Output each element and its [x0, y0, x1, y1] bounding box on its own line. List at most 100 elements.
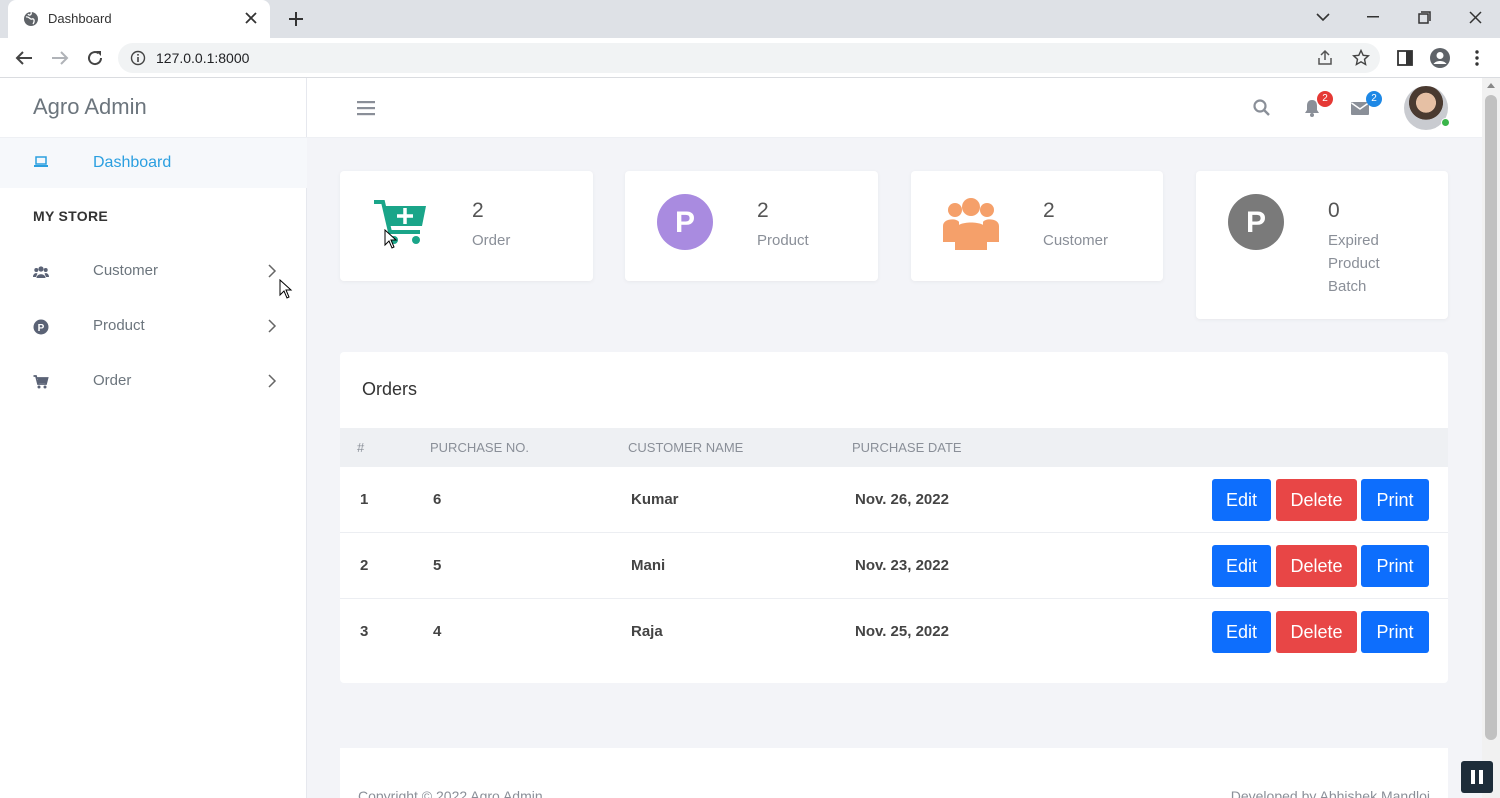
close-window-icon[interactable] — [1462, 6, 1488, 28]
users-icon — [943, 198, 999, 250]
purchase-no: 4 — [433, 623, 442, 640]
share-icon[interactable] — [1316, 49, 1334, 67]
customer-name: Mani — [631, 557, 666, 574]
reload-icon[interactable] — [83, 46, 107, 70]
hamburger-menu-icon[interactable] — [357, 100, 375, 116]
page-scrollbar[interactable] — [1482, 78, 1500, 798]
sidebar-item-label: Product — [93, 317, 145, 334]
online-status-dot — [1441, 118, 1450, 127]
sidebar-section-title: MY STORE — [33, 208, 109, 224]
delete-button[interactable]: Delete — [1276, 479, 1357, 521]
scrollbar-thumb[interactable] — [1485, 95, 1497, 740]
notifications-badge: 2 — [1317, 91, 1333, 107]
tab-title: Dashboard — [48, 11, 112, 26]
stat-card-order[interactable]: 2 Order — [340, 171, 593, 281]
chevron-right-icon — [268, 374, 277, 388]
sidebar: Agro Admin Dashboard MY STORE Customer P… — [0, 78, 307, 798]
cart-plus-icon — [374, 200, 426, 244]
browser-tab[interactable]: Dashboard — [8, 0, 270, 38]
purchase-date: Nov. 25, 2022 — [855, 623, 949, 640]
column-header: # — [357, 440, 365, 455]
svg-text:P: P — [1246, 206, 1266, 239]
globe-icon — [24, 11, 38, 26]
purchase-no: 5 — [433, 557, 442, 574]
purchase-date: Nov. 23, 2022 — [855, 557, 949, 574]
sidebar-item-customer[interactable]: Customer — [0, 251, 307, 291]
side-panel-icon[interactable] — [1394, 47, 1416, 69]
edit-button[interactable]: Edit — [1212, 611, 1271, 653]
delete-button[interactable]: Delete — [1276, 545, 1357, 587]
new-tab-icon[interactable] — [285, 8, 307, 30]
print-button[interactable]: Print — [1361, 545, 1429, 587]
browser-menu-icon[interactable] — [1466, 47, 1488, 69]
stat-card-expired-batch[interactable]: P 0 Expired Product Batch — [1196, 171, 1448, 319]
stat-card-product[interactable]: P 2 Product — [625, 171, 878, 281]
sidebar-item-label: Dashboard — [93, 154, 172, 171]
table-header: # PURCHASE NO. CUSTOMER NAME PURCHASE DA… — [340, 428, 1448, 467]
sidebar-item-label: Order — [93, 372, 132, 389]
stat-label: Order — [472, 232, 511, 249]
minimize-icon[interactable] — [1360, 6, 1386, 28]
svg-text:P: P — [38, 323, 45, 334]
browser-tab-strip: Dashboard — [0, 0, 1500, 38]
table-row: 3 4 Raja Nov. 25, 2022 Edit Delete Print — [340, 599, 1448, 665]
row-number: 1 — [360, 491, 369, 508]
stat-card-customer[interactable]: 2 Customer — [911, 171, 1163, 281]
stat-label: Expired Product Batch — [1328, 232, 1380, 295]
print-button[interactable]: Print — [1361, 611, 1429, 653]
edit-button[interactable]: Edit — [1212, 545, 1271, 587]
orders-card: Orders # PURCHASE NO. CUSTOMER NAME PURC… — [340, 352, 1448, 683]
svg-text:P: P — [675, 206, 695, 239]
chevron-right-icon — [268, 319, 277, 333]
purchase-no: 6 — [433, 491, 442, 508]
stat-value: 0 — [1328, 199, 1340, 222]
address-bar[interactable]: 127.0.0.1:8000 — [118, 43, 1380, 73]
stat-value: 2 — [757, 199, 769, 222]
url-text: 127.0.0.1:8000 — [156, 50, 250, 66]
restore-icon[interactable] — [1411, 6, 1437, 28]
users-icon — [33, 266, 49, 278]
row-number: 2 — [360, 557, 369, 574]
orders-title: Orders — [362, 379, 418, 399]
product-p-icon: P — [33, 319, 49, 335]
product-p-icon: P — [1228, 194, 1284, 250]
close-tab-icon[interactable] — [242, 9, 260, 27]
back-icon[interactable] — [12, 46, 36, 70]
sidebar-item-label: Customer — [93, 262, 159, 279]
purchase-date: Nov. 26, 2022 — [855, 491, 949, 508]
brand-text: Agro Admin — [33, 94, 147, 119]
search-icon[interactable] — [1252, 98, 1272, 118]
brand-logo[interactable]: Agro Admin — [0, 78, 307, 138]
product-p-icon: P — [657, 194, 713, 250]
laptop-icon — [34, 156, 48, 167]
cart-icon — [33, 375, 49, 389]
profile-icon[interactable] — [1429, 47, 1451, 69]
tab-search-icon[interactable] — [1310, 6, 1336, 28]
sidebar-item-order[interactable]: Order — [0, 361, 307, 401]
edit-button[interactable]: Edit — [1212, 479, 1271, 521]
sidebar-item-product[interactable]: P Product — [0, 306, 307, 346]
sidebar-item-dashboard[interactable]: Dashboard — [0, 138, 307, 188]
column-header: PURCHASE DATE — [852, 440, 962, 455]
stat-value: 2 — [472, 199, 484, 222]
top-navbar: 2 2 — [307, 78, 1482, 138]
page-footer: Copyright © 2022 Agro Admin Developed by… — [340, 748, 1448, 798]
scroll-up-icon[interactable] — [1487, 83, 1495, 88]
messages-badge: 2 — [1366, 91, 1382, 107]
forward-icon[interactable] — [48, 46, 72, 70]
copyright-text: Copyright © 2022 Agro Admin — [358, 788, 543, 798]
pause-icon[interactable] — [1461, 761, 1493, 793]
chevron-right-icon — [268, 264, 277, 278]
site-info-icon[interactable] — [130, 50, 146, 66]
table-row: 1 6 Kumar Nov. 26, 2022 Edit Delete Prin… — [340, 467, 1448, 533]
delete-button[interactable]: Delete — [1276, 611, 1357, 653]
column-header: CUSTOMER NAME — [628, 440, 744, 455]
table-row: 2 5 Mani Nov. 23, 2022 Edit Delete Print — [340, 533, 1448, 599]
row-number: 3 — [360, 623, 369, 640]
print-button[interactable]: Print — [1361, 479, 1429, 521]
developer-credit: Developed by Abhishek Mandloi — [1230, 788, 1430, 798]
stat-label: Customer — [1043, 232, 1109, 249]
stat-label: Product — [757, 232, 809, 249]
mouse-cursor-icon — [384, 229, 398, 249]
bookmark-star-icon[interactable] — [1352, 49, 1370, 67]
